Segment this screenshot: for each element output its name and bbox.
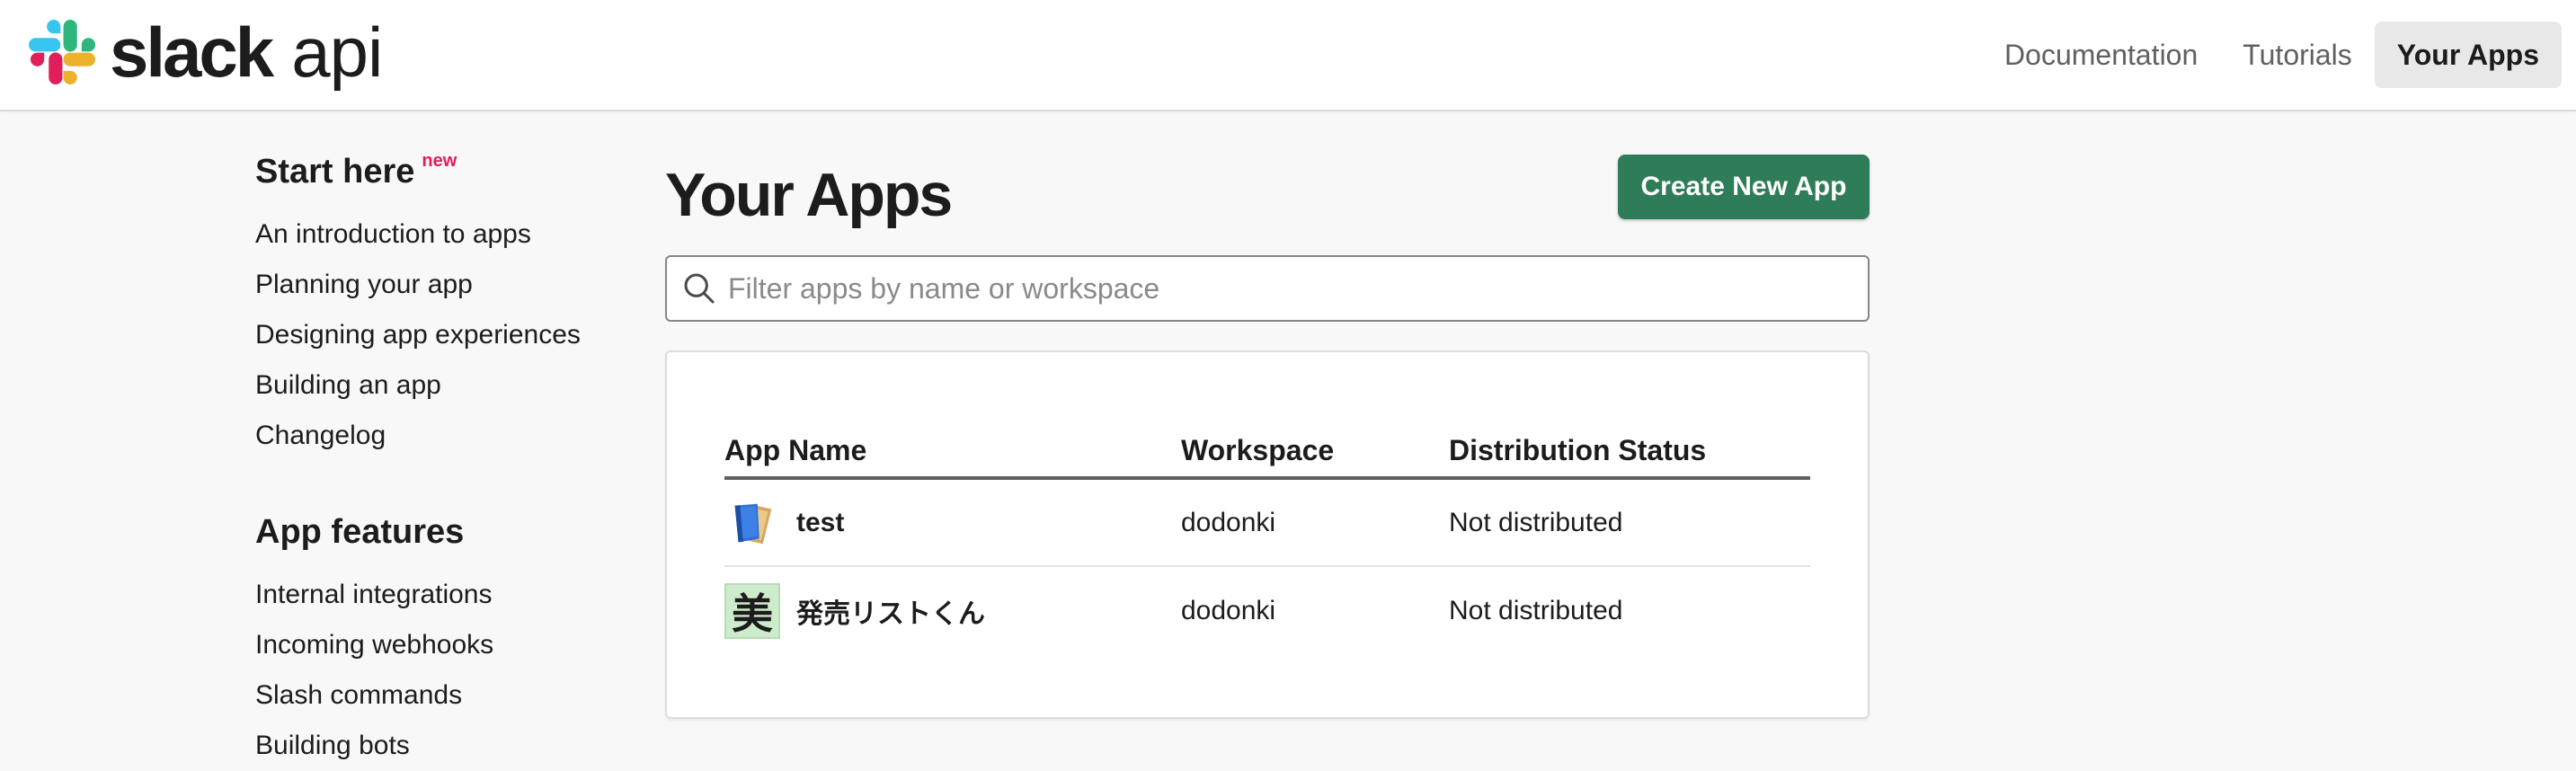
sidebar-item-building-bots[interactable]: Building bots — [255, 721, 633, 771]
distribution-status-cell: Not distributed — [1449, 595, 1623, 625]
sidebar-item-planning[interactable]: Planning your app — [255, 260, 633, 310]
app-avatar-icon: 美 — [724, 582, 780, 639]
sidebar: Start here new An introduction to apps P… — [255, 151, 633, 771]
logo-suffix: api — [291, 13, 383, 92]
sidebar-list: An introduction to apps Planning your ap… — [255, 209, 633, 461]
create-new-app-button[interactable]: Create New App — [1618, 155, 1870, 219]
sidebar-section-app-features: App features Internal integrations Incom… — [255, 513, 633, 771]
app-name-cell: test — [724, 478, 1181, 567]
sidebar-item-designing[interactable]: Designing app experiences — [255, 310, 633, 360]
sidebar-item-internal-integrations[interactable]: Internal integrations — [255, 570, 633, 620]
app-name-link[interactable]: test — [796, 508, 844, 538]
workspace-cell: dodonki — [1181, 478, 1449, 567]
sidebar-heading-label: App features — [255, 513, 465, 551]
sidebar-section-start-here: Start here new An introduction to apps P… — [255, 151, 633, 461]
table-row[interactable]: 美 発売リストくん dodonki Not distributed — [724, 566, 1810, 654]
slack-logo-icon — [29, 19, 96, 85]
apps-table: App Name Workspace Distribution Status t… — [724, 424, 1810, 654]
nav-documentation[interactable]: Documentation — [1982, 22, 2220, 88]
search-box[interactable] — [665, 255, 1870, 322]
distribution-status-cell: Not distributed — [1449, 478, 1810, 567]
app-name-link[interactable]: 発売リストくん — [796, 591, 985, 631]
sidebar-item-intro-to-apps[interactable]: An introduction to apps — [255, 209, 633, 260]
sidebar-heading: Start here new — [255, 151, 633, 191]
sidebar-heading-label: Start here — [255, 153, 415, 191]
column-header-distribution-status: Distribution Status — [1449, 424, 1810, 480]
logo-wordmark: slack — [110, 13, 274, 92]
top-navigation: Documentation Tutorials Your Apps — [1982, 22, 2562, 88]
book-icon — [727, 498, 777, 547]
apps-card: App Name Workspace Distribution Status t… — [665, 350, 1870, 719]
workspace-cell: dodonki — [1181, 595, 1276, 625]
filter-apps-input[interactable] — [717, 257, 1868, 320]
column-header-workspace: Workspace — [1181, 424, 1449, 480]
sidebar-item-incoming-webhooks[interactable]: Incoming webhooks — [255, 620, 633, 670]
nav-your-apps[interactable]: Your Apps — [2374, 22, 2562, 88]
sidebar-list: Internal integrations Incoming webhooks … — [255, 570, 633, 771]
slack-api-logo[interactable]: slack api — [29, 13, 383, 92]
column-header-app-name: App Name — [724, 424, 1181, 480]
table-header-row: App Name Workspace Distribution Status — [724, 424, 1810, 480]
sidebar-item-slash-commands[interactable]: Slash commands — [255, 670, 633, 721]
app-name-cell: 美 発売リストくん — [724, 566, 1181, 654]
search-icon — [684, 273, 715, 304]
nav-tutorials[interactable]: Tutorials — [2220, 22, 2375, 88]
new-badge: new — [422, 151, 457, 171]
sidebar-item-changelog[interactable]: Changelog — [255, 411, 633, 461]
table-row[interactable]: test dodonki Not distributed — [724, 478, 1810, 567]
top-header: slack api Documentation Tutorials Your A… — [0, 0, 2576, 111]
sidebar-item-building[interactable]: Building an app — [255, 360, 633, 411]
page-title: Your Apps — [665, 161, 953, 229]
sidebar-heading: App features — [255, 513, 633, 552]
